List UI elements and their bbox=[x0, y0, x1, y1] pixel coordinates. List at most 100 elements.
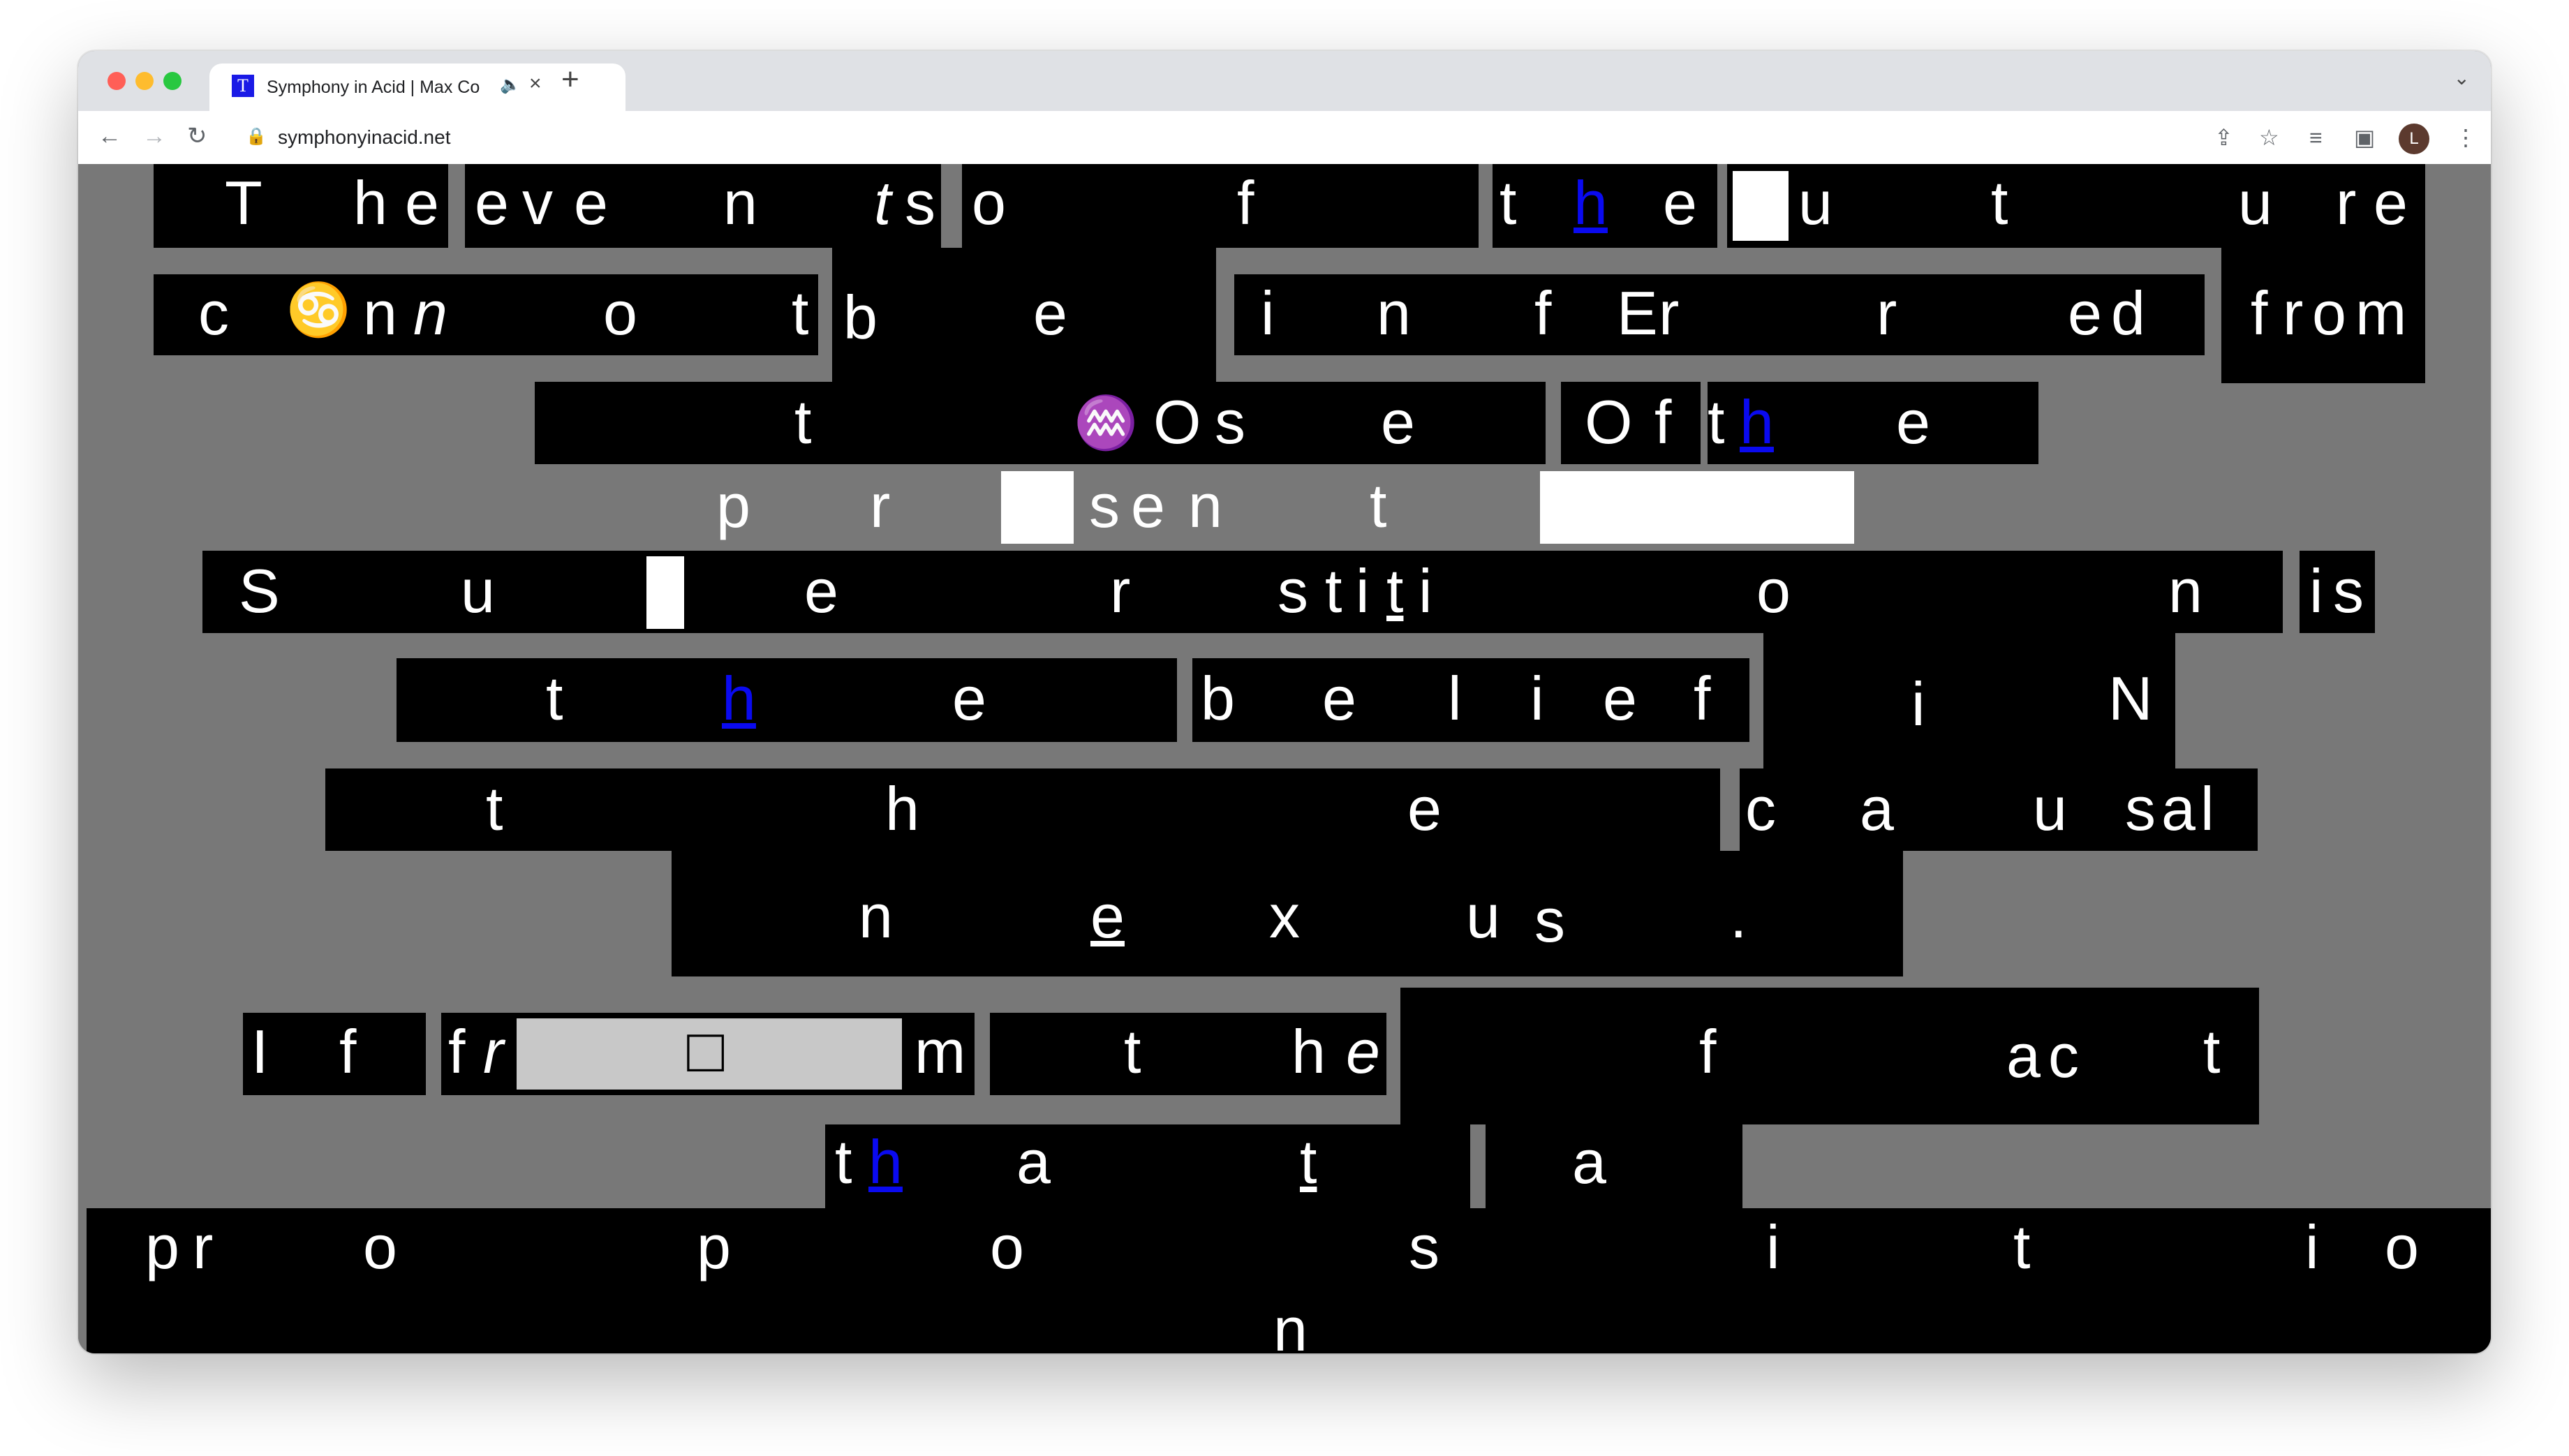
poem-glyph: n bbox=[363, 278, 397, 348]
poem-glyph: p bbox=[716, 471, 750, 540]
poem-glyph: c bbox=[2048, 1021, 2079, 1090]
poem-glyph: r bbox=[1110, 556, 1131, 625]
poem-glyph: f bbox=[1534, 278, 1552, 348]
poem-glyph: t bbox=[1500, 168, 1517, 237]
side-panel-icon[interactable]: ▣ bbox=[2354, 124, 2375, 151]
poem-glyph: e bbox=[1381, 387, 1415, 456]
poem-glyph: i bbox=[1419, 556, 1432, 625]
poem-glyph: n bbox=[1377, 278, 1411, 348]
poem-glyph: e bbox=[574, 168, 608, 237]
poem-glyph: r bbox=[483, 1017, 504, 1086]
poem-glyph: f bbox=[1237, 168, 1254, 237]
link-glyph[interactable]: h bbox=[868, 1131, 903, 1193]
chevron-down-icon[interactable]: ⌄ bbox=[2454, 66, 2470, 89]
poem-glyph: o bbox=[363, 1212, 397, 1282]
poem-glyph: a bbox=[1016, 1127, 1051, 1196]
close-window-button[interactable] bbox=[108, 72, 126, 90]
kebab-menu-icon[interactable]: ⋮ bbox=[2455, 124, 2477, 151]
poem-block bbox=[154, 164, 448, 248]
poem-glyph: f bbox=[339, 1017, 357, 1086]
poem-glyph: n bbox=[859, 882, 893, 951]
checkbox-glyph: □ bbox=[687, 1016, 725, 1085]
poem-glyph: x bbox=[1269, 882, 1300, 951]
poem-block bbox=[397, 658, 1177, 742]
address-bar[interactable]: 🔒 symphonyinacid.net bbox=[232, 118, 2312, 157]
poem-glyph: p bbox=[697, 1212, 731, 1282]
poem-glyph: l bbox=[1448, 664, 1462, 733]
poem-glyph: t bbox=[546, 664, 563, 733]
poem-glyph: r bbox=[1659, 278, 1680, 348]
poem-glyph: n bbox=[1273, 1295, 1308, 1354]
poem-glyph: s bbox=[1089, 471, 1120, 540]
poem-glyph: f bbox=[448, 1017, 466, 1086]
poem-glyph: u bbox=[2238, 168, 2272, 237]
poem-glyph: e bbox=[1346, 1017, 1380, 1086]
poem-glyph: d bbox=[2111, 278, 2145, 348]
share-icon[interactable]: ⇪ bbox=[2214, 124, 2233, 151]
zoom-window-button[interactable] bbox=[163, 72, 182, 90]
poem-glyph: i bbox=[1261, 278, 1275, 348]
arrow-left-icon[interactable]: ← bbox=[98, 121, 121, 151]
poem-glyph: r bbox=[2283, 278, 2304, 348]
poem-glyph: o bbox=[2312, 278, 2346, 348]
white-block bbox=[646, 556, 684, 629]
poem-glyph: T bbox=[225, 168, 262, 237]
poem-glyph: s bbox=[1278, 556, 1308, 625]
link-glyph[interactable]: h bbox=[1740, 392, 1774, 453]
plus-icon[interactable]: + bbox=[561, 62, 579, 97]
poem-glyph: e bbox=[804, 556, 838, 625]
poem-glyph: i bbox=[1766, 1212, 1780, 1282]
poem-glyph: e bbox=[952, 664, 986, 733]
poem-block bbox=[825, 1124, 1470, 1208]
poem-glyph: t bbox=[794, 387, 812, 456]
arrow-right-icon[interactable]: → bbox=[142, 121, 166, 151]
poem-glyph: u bbox=[1798, 168, 1833, 237]
poem-glyph: t bbox=[2013, 1212, 2031, 1282]
poem-glyph: t bbox=[1300, 1127, 1317, 1196]
poem-glyph: n bbox=[413, 278, 447, 348]
cancer-zodiac-icon: ♋ bbox=[286, 281, 351, 339]
poem-glyph: E bbox=[1617, 278, 1658, 348]
poem-block bbox=[1486, 1124, 1742, 1208]
poem-glyph: o bbox=[2385, 1212, 2419, 1282]
poem-glyph: b bbox=[843, 283, 878, 352]
poem-glyph: r bbox=[2336, 168, 2357, 237]
poem-glyph: e bbox=[405, 168, 439, 237]
poem-glyph: N bbox=[2108, 664, 2153, 733]
link-glyph[interactable]: h bbox=[1574, 172, 1608, 234]
poem-glyph: a bbox=[1572, 1127, 1606, 1196]
poem-block bbox=[243, 1013, 426, 1095]
poem-glyph: o bbox=[972, 168, 1006, 237]
poem-glyph: e bbox=[1322, 664, 1356, 733]
poem-glyph: e bbox=[1407, 774, 1442, 843]
poem-glyph: t bbox=[874, 168, 891, 237]
aquarius-zodiac-icon: ♒ bbox=[1074, 394, 1139, 452]
media-control-icon[interactable]: ≡ bbox=[2309, 124, 2323, 151]
poem-glyph: t bbox=[792, 278, 809, 348]
poem-glyph: t bbox=[1386, 556, 1404, 625]
poem-glyph: p bbox=[145, 1212, 179, 1282]
minimize-window-button[interactable] bbox=[135, 72, 154, 90]
speaker-icon[interactable]: 🔈 bbox=[500, 75, 521, 95]
star-icon[interactable]: ☆ bbox=[2259, 124, 2279, 151]
poem-glyph: f bbox=[1654, 387, 1672, 456]
url-text: symphonyinacid.net bbox=[278, 126, 451, 148]
link-glyph[interactable]: h bbox=[722, 668, 756, 729]
poem-glyph: f bbox=[2251, 278, 2268, 348]
poem-glyph: n bbox=[1188, 471, 1222, 540]
poem-glyph: s bbox=[1534, 886, 1565, 955]
poem-glyph: e bbox=[1090, 882, 1125, 951]
reload-icon[interactable]: ↻ bbox=[187, 121, 207, 151]
poem-glyph: u bbox=[2033, 774, 2067, 843]
poem-glyph: s bbox=[905, 168, 935, 237]
poem-glyph: r bbox=[193, 1212, 214, 1282]
poem-glyph: s bbox=[2333, 556, 2364, 625]
poem-glyph: h bbox=[353, 168, 387, 237]
avatar[interactable]: L bbox=[2399, 124, 2429, 154]
lock-icon[interactable]: 🔒 bbox=[246, 126, 267, 147]
poem-glyph: r bbox=[1876, 278, 1897, 348]
close-icon[interactable]: × bbox=[529, 72, 542, 96]
white-block bbox=[1733, 171, 1789, 241]
poem-glyph: c bbox=[198, 278, 229, 348]
poem-glyph: n bbox=[2168, 556, 2202, 625]
